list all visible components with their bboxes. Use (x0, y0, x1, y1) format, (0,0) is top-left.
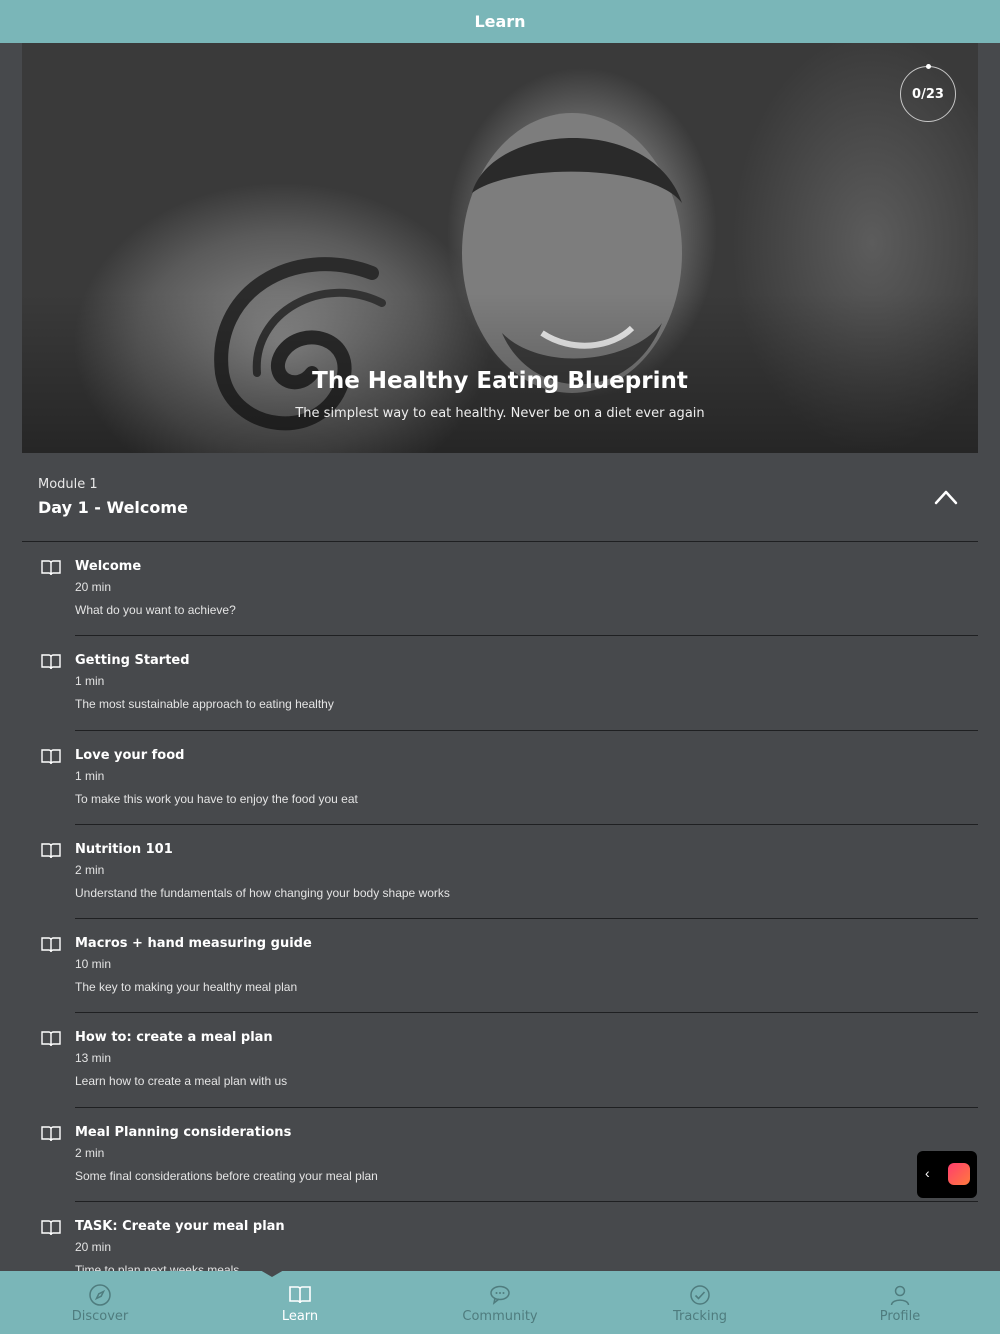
lesson-title: Macros + hand measuring guide (75, 936, 312, 952)
module-header[interactable]: Module 1 Day 1 - Welcome (22, 453, 978, 542)
course-progress-ring: 0/23 (900, 64, 956, 122)
lesson-duration: 13 min (75, 1051, 112, 1066)
lesson-item[interactable]: Love your food 1 min To make this work y… (0, 731, 1000, 825)
course-hero-image: 0/23 The Healthy Eating Blueprint The si… (22, 43, 978, 453)
book-icon (41, 937, 61, 953)
course-title: The Healthy Eating Blueprint (312, 368, 688, 394)
lesson-title: How to: create a meal plan (75, 1030, 273, 1046)
tab-label: Tracking (672, 1309, 728, 1324)
tab-discover[interactable]: Discover (0, 1271, 200, 1334)
course-subtitle: The simplest way to eat healthy. Never b… (295, 406, 705, 421)
module-label: Module 1 (38, 477, 98, 492)
tab-label: Community (462, 1309, 538, 1324)
chevron-left-icon[interactable]: ‹ (925, 1165, 930, 1181)
lesson-duration: 20 min (75, 1240, 112, 1255)
book-icon (289, 1286, 311, 1304)
lesson-duration: 20 min (75, 580, 112, 594)
lesson-title: Nutrition 101 (75, 841, 173, 857)
progress-dot (926, 64, 931, 69)
lesson-description: The most sustainable approach to eating … (75, 697, 334, 712)
book-icon (41, 1031, 61, 1047)
book-icon (41, 748, 61, 764)
book-icon (41, 843, 61, 858)
tab-community[interactable]: Community (400, 1271, 600, 1334)
tab-tracking[interactable]: Tracking (600, 1271, 800, 1334)
tab-label: Learn (281, 1309, 319, 1324)
lesson-description: To make this work you have to enjoy the … (75, 791, 358, 806)
lesson-title: Love your food (75, 747, 185, 763)
lesson-title: TASK: Create your meal plan (75, 1219, 285, 1235)
lesson-title: Getting Started (75, 653, 190, 669)
lesson-duration: 10 min (75, 957, 112, 972)
lesson-item[interactable]: Meal Planning considerations 2 min Some … (0, 1108, 1000, 1203)
lesson-item[interactable]: Getting Started 1 min The most sustainab… (0, 636, 1000, 731)
lesson-item[interactable]: Nutrition 101 2 min Understand the funda… (0, 825, 1000, 920)
progress-count: 0/23 (912, 86, 944, 102)
lesson-description: Understand the fundamentals of how chang… (75, 885, 450, 900)
lesson-duration: 2 min (75, 862, 105, 877)
lesson-list: Welcome 20 min What do you want to achie… (0, 542, 1000, 1296)
lesson-item[interactable]: Macros + hand measuring guide 10 min The… (0, 919, 1000, 1014)
book-icon (41, 654, 61, 670)
tab-learn[interactable]: Learn (200, 1271, 400, 1334)
page-title: Learn (474, 12, 526, 31)
chevron-up-icon[interactable] (934, 489, 958, 505)
chat-bubbles-icon (490, 1285, 510, 1305)
lesson-title: Meal Planning considerations (75, 1124, 292, 1140)
check-circle-icon (690, 1285, 710, 1305)
lesson-description: The key to making your healthy meal plan (75, 980, 298, 995)
lesson-item[interactable]: How to: create a meal plan 13 min Learn … (0, 1013, 1000, 1108)
lesson-description: What do you want to achieve? (75, 603, 236, 617)
app-logo-icon[interactable] (948, 1163, 970, 1185)
compass-icon (89, 1284, 111, 1306)
lesson-duration: 1 min (75, 768, 105, 783)
book-icon (41, 1126, 61, 1141)
lesson-item[interactable]: Welcome 20 min What do you want to achie… (0, 542, 1000, 637)
tab-profile[interactable]: Profile (800, 1271, 1000, 1334)
floating-app-switcher[interactable]: ‹ (917, 1151, 977, 1198)
book-icon (41, 560, 61, 576)
person-icon (890, 1285, 910, 1306)
bottom-tab-bar: Discover Learn Community Tracking Profil… (0, 1270, 1000, 1334)
tab-label: Discover (71, 1309, 129, 1324)
lesson-description: Learn how to create a meal plan with us (75, 1074, 288, 1089)
tab-label: Profile (879, 1309, 921, 1324)
lesson-duration: 1 min (75, 674, 105, 689)
lesson-duration: 2 min (75, 1145, 105, 1160)
lesson-title: Welcome (75, 559, 142, 574)
top-bar: Learn (0, 0, 1000, 43)
lesson-description: Some final considerations before creatin… (75, 1168, 378, 1183)
module-title: Day 1 - Welcome (38, 498, 188, 517)
book-icon (41, 1220, 61, 1236)
